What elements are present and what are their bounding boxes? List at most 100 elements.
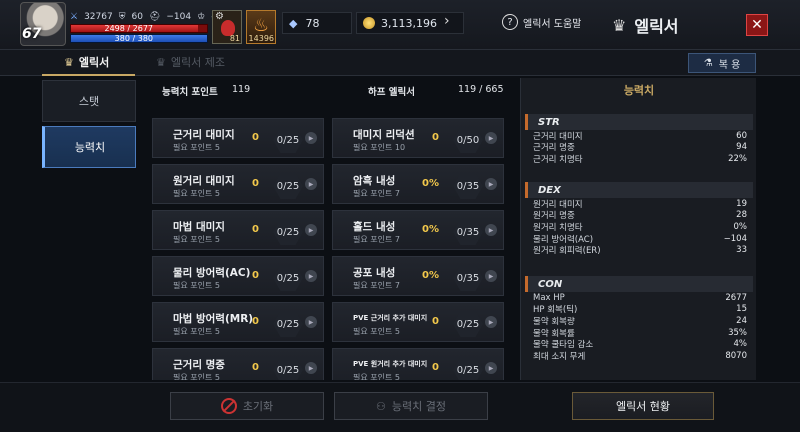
stat-value: −104	[723, 233, 747, 244]
help-button[interactable]: ? 엘릭서 도움말	[502, 14, 581, 30]
ability-card[interactable]: 물리 방어력(AC) 필요 포인트 5 0 0/25 ▶	[152, 256, 324, 296]
nav-stats[interactable]: 스탯	[42, 80, 136, 122]
stat-row: 근거리 대미지 60	[525, 130, 753, 142]
reset-button[interactable]: 초기화	[170, 392, 324, 420]
ability-card[interactable]: PVE 원거리 추가 대미지 필요 포인트 5 0 0/25 ▶	[332, 348, 504, 380]
ability-value: 0	[252, 132, 259, 143]
elixir-emblem-icon: ♛	[612, 15, 627, 35]
stat-row: 원거리 치명타 0%	[525, 221, 753, 233]
stat-row: HP 회복(틱) 15	[525, 304, 753, 315]
increase-arrow-icon[interactable]: ▶	[485, 362, 497, 374]
tab-craft[interactable]: ♛ 엘릭서 제조	[156, 54, 225, 70]
ability-card[interactable]: 마법 방어력(MR) 필요 포인트 5 0 0/25 ▶	[152, 302, 324, 342]
stat-value: 60	[736, 130, 747, 141]
ability-card[interactable]: 근거리 명중 필요 포인트 5 0 0/25 ▶	[152, 348, 324, 380]
stat-a: 32767	[84, 12, 113, 22]
helmet-icon: ⛑	[148, 12, 161, 22]
points-value: 119	[232, 84, 251, 95]
ability-card[interactable]: 근거리 대미지 필요 포인트 5 0 0/25 ▶	[152, 118, 324, 158]
increase-arrow-icon[interactable]: ▶	[305, 270, 317, 282]
increase-arrow-icon[interactable]: ▶	[305, 132, 317, 144]
required-points: 필요 포인트 5	[173, 189, 220, 198]
mp-bar: 380 / 380	[70, 34, 208, 43]
increase-arrow-icon[interactable]: ▶	[485, 178, 497, 190]
ability-card[interactable]: 원거리 대미지 필요 포인트 5 0 0/25 ▶	[152, 164, 324, 204]
title-text: 엘릭서	[634, 17, 679, 36]
window-title: ♛ 엘릭서	[612, 13, 679, 37]
increase-arrow-icon[interactable]: ▶	[485, 132, 497, 144]
stat-name: 최대 소지 무게	[533, 351, 586, 362]
stat-c: −104	[166, 12, 192, 22]
increase-arrow-icon[interactable]: ▶	[305, 316, 317, 328]
ability-card[interactable]: PVE 근거리 추가 대미지 필요 포인트 5 0 0/25 ▶	[332, 302, 504, 342]
ability-progress: 0/25	[273, 219, 303, 245]
ability-card[interactable]: 암흑 내성 필요 포인트 7 0% 0/35 ▶	[332, 164, 504, 204]
nav-abilities[interactable]: 능력치	[42, 126, 136, 168]
elixir-status-button[interactable]: 엘릭서 현황	[572, 392, 714, 420]
required-points: 필요 포인트 5	[173, 327, 220, 336]
ability-progress: 0/25	[273, 265, 303, 291]
increase-arrow-icon[interactable]: ▶	[305, 362, 317, 374]
potion-count: 81	[229, 34, 240, 43]
increase-arrow-icon[interactable]: ▶	[485, 270, 497, 282]
ability-value: 0	[252, 316, 259, 327]
stat-b: 60	[131, 12, 143, 22]
ability-name: PVE 원거리 추가 대미지	[353, 360, 428, 368]
ability-progress: 0/25	[273, 357, 303, 380]
required-points: 필요 포인트 5	[173, 235, 220, 244]
ability-name: 마법 대미지	[173, 221, 225, 233]
restore-button[interactable]: ⚗ 복 용	[688, 53, 756, 73]
diamond-icon: ◆	[289, 16, 298, 30]
required-points: 필요 포인트 7	[353, 189, 400, 198]
ability-card[interactable]: 공포 내성 필요 포인트 7 0% 0/35 ▶	[332, 256, 504, 296]
stat-name: Max HP	[533, 292, 565, 303]
increase-arrow-icon[interactable]: ▶	[485, 224, 497, 236]
gear-icon: ⚙	[215, 11, 224, 22]
item-count: 14396	[248, 34, 274, 43]
stat-value: 28	[736, 210, 747, 221]
ability-card[interactable]: 대미지 리덕션 필요 포인트 10 0 0/50 ▶	[332, 118, 504, 158]
increase-arrow-icon[interactable]: ▶	[485, 316, 497, 328]
stat-row: 물약 회복률 35%	[525, 327, 753, 339]
ability-progress: 0/35	[453, 265, 483, 291]
top-bar: 67 ⚔ 32767 ⛨ 60 ⛑ −104 ♔ – 2498 / 2677 3…	[0, 0, 800, 50]
item-slot[interactable]: ♨ 14396	[246, 10, 276, 44]
ability-value: 0	[252, 362, 259, 373]
increase-arrow-icon[interactable]: ▶	[305, 178, 317, 190]
stat-value: 33	[736, 245, 747, 256]
increase-arrow-icon[interactable]: ▶	[305, 224, 317, 236]
diamond-amount: 78	[305, 16, 320, 30]
stat-value: 94	[736, 142, 747, 153]
required-points: 필요 포인트 10	[353, 143, 406, 152]
gold-amount: 3,113,196	[381, 16, 437, 30]
confirm-abilities-button[interactable]: ⚇ 능력치 결정	[334, 392, 488, 420]
ability-progress: 0/35	[453, 219, 483, 245]
stat-name: 물약 회복량	[533, 316, 575, 327]
ability-value: 0	[252, 224, 259, 235]
stat-name: 원거리 회피력(ER)	[533, 246, 601, 257]
ability-progress: 0/25	[273, 127, 303, 153]
tab-elixir[interactable]: ♛ 엘릭서	[41, 54, 136, 76]
ability-summary-panel: 능력치 STR 근거리 대미지 60 근거리 명중 94 근거리 치명타 22% DEX 원거리…	[520, 78, 756, 380]
stat-name: 물리 방어력(AC)	[533, 234, 594, 245]
ability-card[interactable]: 마법 대미지필요 포인트 5 0 0/25 ▶	[152, 210, 324, 250]
close-button[interactable]: ✕	[746, 14, 768, 36]
person-icon: ⚇	[376, 399, 386, 413]
ability-name: PVE 근거리 추가 대미지	[353, 314, 428, 322]
stat-name: 근거리 대미지	[533, 131, 583, 142]
stat-row: 물약 쿨타임 감소 4%	[525, 338, 753, 350]
ability-name: 물리 방어력(AC)	[173, 267, 251, 279]
half-elixir-label: 하프 엘릭서	[368, 87, 416, 98]
required-points: 필요 포인트 5	[173, 373, 220, 380]
ability-name: 원거리 대미지	[173, 175, 235, 187]
stat-name: 근거리 치명타	[533, 154, 583, 165]
stat-name: 물약 쿨타임 감소	[533, 340, 594, 351]
ability-card[interactable]: 홀드 내성 필요 포인트 7 0% 0/35 ▶	[332, 210, 504, 250]
potion-slot[interactable]: ⚙ 81	[212, 10, 242, 44]
ability-progress: 0/25	[273, 173, 303, 199]
help-label: 엘릭서 도움말	[523, 18, 582, 30]
stat-name: 근거리 명중	[533, 143, 575, 154]
chevron-right-icon[interactable]: ›	[444, 13, 450, 29]
reset-label: 초기화	[242, 400, 274, 413]
stat-value: 15	[736, 304, 747, 315]
